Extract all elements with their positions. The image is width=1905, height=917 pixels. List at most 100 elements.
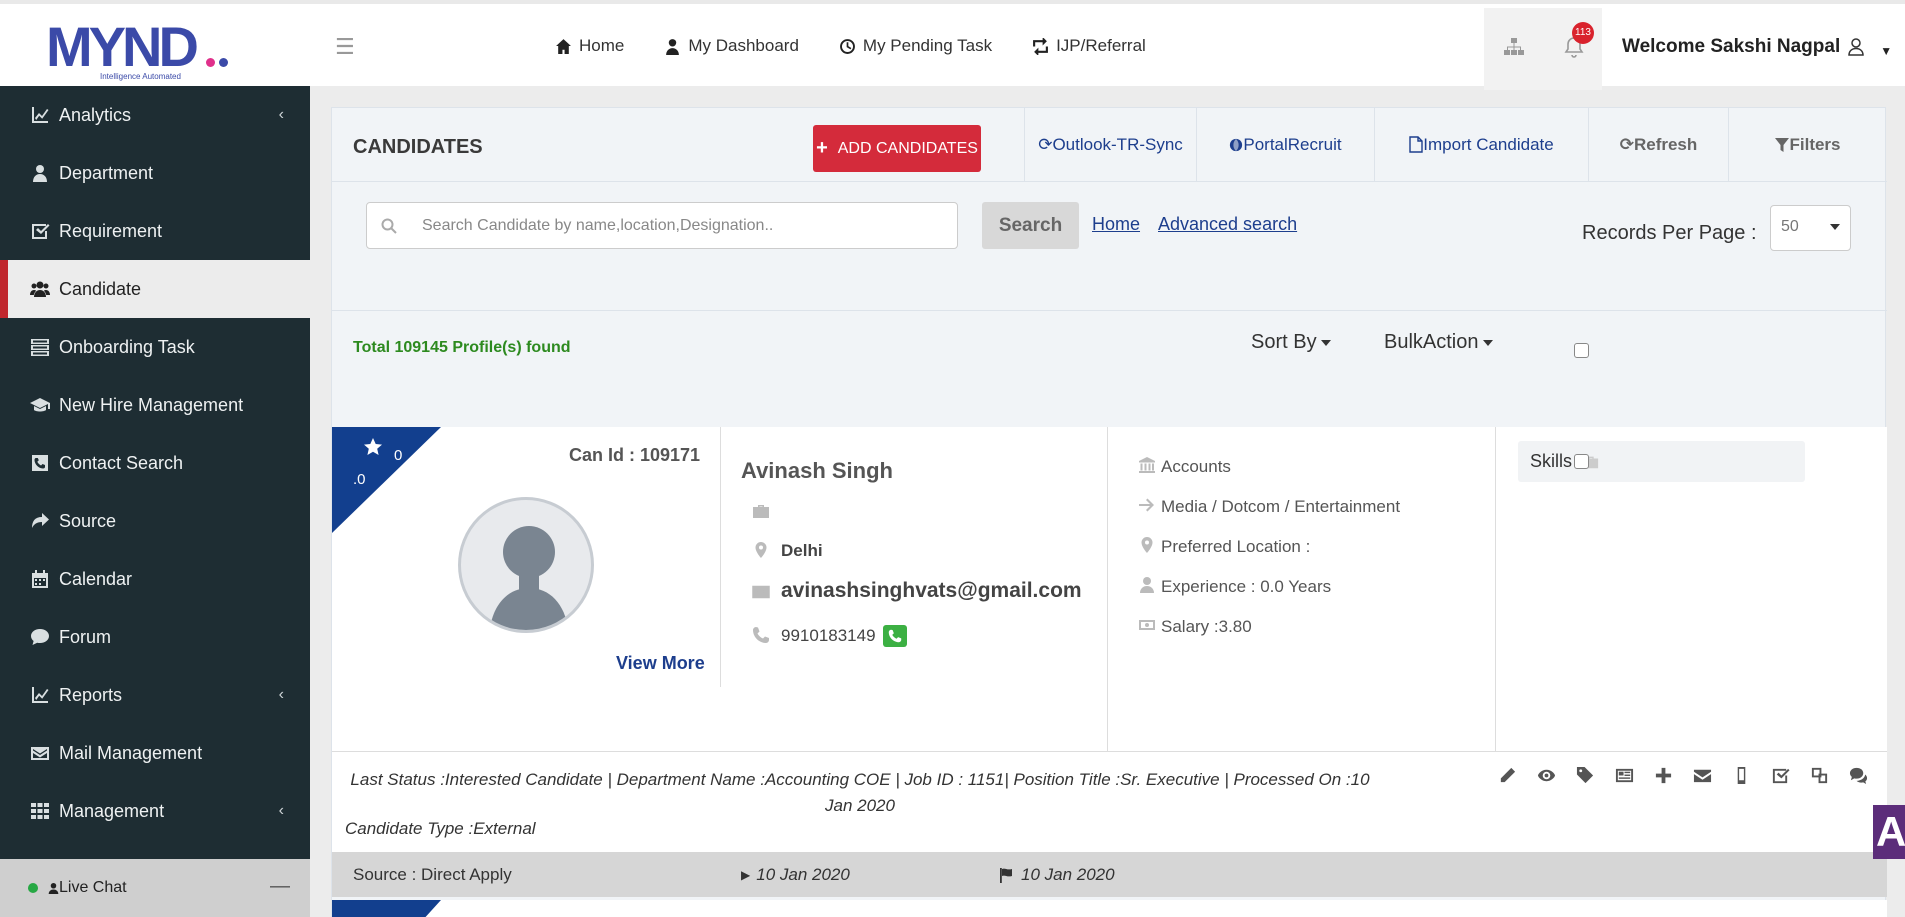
refresh-icon: ⟳ xyxy=(1619,134,1634,154)
sidebar-item-forum[interactable]: Forum xyxy=(0,608,310,666)
sort-by-dropdown[interactable]: Sort By xyxy=(1251,331,1331,354)
menu-toggle-icon[interactable]: ☰ xyxy=(335,34,355,60)
phone-icon xyxy=(753,627,769,643)
nav-home-label: Home xyxy=(579,36,625,55)
import-candidate-button[interactable]: Import Candidate xyxy=(1374,108,1588,181)
mobile-icon[interactable] xyxy=(1732,766,1751,785)
sidebar-item-label: Mail Management xyxy=(59,742,203,763)
sidebar-item-candidate[interactable]: Candidate xyxy=(0,260,310,318)
rating-decimal: .0 xyxy=(353,471,366,488)
sidebar-item-label: Onboarding Task xyxy=(59,336,195,357)
bulk-action-dropdown[interactable]: BulkAction xyxy=(1384,331,1493,354)
candidate-status-row: Last Status :Interested Candidate | Depa… xyxy=(332,751,1887,852)
refresh-button[interactable]: ⟳ Refresh xyxy=(1588,108,1728,181)
home-link[interactable]: Home xyxy=(1092,214,1140,235)
edit-icon[interactable] xyxy=(1498,766,1517,785)
records-per-page-label: Records Per Page : xyxy=(1582,222,1757,244)
nav-home[interactable]: Home xyxy=(555,36,624,56)
sidebar-item-label: New Hire Management xyxy=(59,394,244,415)
filter-icon xyxy=(1775,137,1790,152)
share-icon xyxy=(32,513,49,528)
sidebar-item-reports[interactable]: Reports ‹ xyxy=(0,666,310,724)
candidate-salary: Salary :3.80 xyxy=(1161,617,1252,636)
sidebar-item-requirement[interactable]: Requirement xyxy=(0,202,310,260)
sidebar-item-new-hire-management[interactable]: New Hire Management xyxy=(0,376,310,434)
nav-my-pending-task[interactable]: My Pending Task xyxy=(839,36,992,56)
portal-recruit-button[interactable]: PortalRecruit xyxy=(1196,108,1374,181)
live-chat-label: Live Chat xyxy=(59,879,127,896)
search-input[interactable]: Search Candidate by name,location,Design… xyxy=(366,202,958,249)
candidates-panel: CANDIDATES + ADD CANDIDATES ⟳ Outlook-TR… xyxy=(331,107,1887,917)
sidebar-item-analytics[interactable]: Analytics ‹ xyxy=(0,86,310,144)
search-button[interactable]: Search xyxy=(982,202,1079,249)
sidebar-item-department[interactable]: Department xyxy=(0,144,310,202)
comment-icon xyxy=(31,629,49,645)
plus-icon[interactable] xyxy=(1654,766,1673,785)
sidebar-item-mail-management[interactable]: Mail Management xyxy=(0,724,310,782)
nav-ijp-referral[interactable]: IJP/Referral xyxy=(1032,36,1146,56)
grid-icon xyxy=(31,803,49,819)
money-icon xyxy=(1139,620,1155,630)
call-button[interactable] xyxy=(882,625,907,647)
filters-button[interactable]: Filters xyxy=(1728,108,1887,181)
page-title: CANDIDATES xyxy=(353,136,483,158)
last-status-text: Last Status :Interested Candidate | Depa… xyxy=(350,770,1370,815)
candidate-select-checkbox[interactable] xyxy=(1574,454,1589,469)
source-text: Source : Direct Apply xyxy=(353,865,512,884)
institution-icon xyxy=(1139,457,1155,473)
envelope-icon[interactable] xyxy=(1693,766,1712,785)
view-more-link[interactable]: View More xyxy=(616,653,705,674)
graduation-cap-icon xyxy=(30,398,50,412)
chevron-left-icon: ‹ xyxy=(278,686,284,703)
divider xyxy=(1495,427,1496,751)
user-menu[interactable]: Welcome Sakshi Nagpal ▼ xyxy=(1622,36,1892,58)
brand-logo[interactable]: MYND Intelligence Automated xyxy=(0,8,310,90)
translate-icon[interactable] xyxy=(1810,766,1829,785)
records-per-page-select[interactable]: 50 xyxy=(1770,205,1851,251)
advanced-search-link[interactable]: Advanced search xyxy=(1158,214,1297,235)
add-candidates-button[interactable]: + ADD CANDIDATES xyxy=(813,125,981,172)
sidebar-item-onboarding-task[interactable]: Onboarding Task xyxy=(0,318,310,376)
floating-widget-button[interactable]: A xyxy=(1873,805,1905,859)
nav-my-dashboard[interactable]: My Dashboard xyxy=(664,36,799,56)
user-icon xyxy=(48,882,59,894)
user-icon xyxy=(666,38,680,55)
sidebar-item-management[interactable]: Management ‹ xyxy=(0,782,310,840)
home-icon xyxy=(556,38,571,54)
newspaper-icon[interactable] xyxy=(1615,766,1634,785)
caret-right-icon: ▶ xyxy=(741,868,751,882)
tasks-icon xyxy=(31,339,49,356)
rating-ribbon xyxy=(332,427,441,533)
user-icon xyxy=(33,165,47,182)
calendar-icon xyxy=(32,570,48,588)
sidebar-item-source[interactable]: Source xyxy=(0,492,310,550)
candidate-email[interactable]: avinashsinghvats@gmail.com xyxy=(781,579,1082,603)
live-chat-bar[interactable]: Live Chat — xyxy=(0,859,310,917)
phone-number[interactable]: 9910183149 xyxy=(781,626,876,646)
sitemap-icon[interactable] xyxy=(1504,38,1524,56)
outlook-tr-sync-button[interactable]: ⟳ Outlook-TR-Sync xyxy=(1024,108,1196,181)
minimize-icon[interactable]: — xyxy=(270,875,290,898)
outlook-tr-sync-label: Outlook-TR-Sync xyxy=(1052,134,1183,154)
sidebar-item-label: Source xyxy=(59,510,117,531)
refresh-icon: ⟳ xyxy=(1038,134,1053,154)
sidebar-item-label: Reports xyxy=(59,684,123,705)
sidebar-item-contact-search[interactable]: Contact Search xyxy=(0,434,310,492)
comments-icon[interactable] xyxy=(1849,766,1868,785)
records-per-page-value: 50 xyxy=(1781,218,1799,235)
candidate-experience: Experience : 0.0 Years xyxy=(1161,577,1332,596)
select-all-checkbox[interactable] xyxy=(1574,343,1589,358)
star-icon[interactable] xyxy=(363,437,383,457)
candidate-phone: 9910183149 xyxy=(781,625,907,647)
check-square-icon[interactable] xyxy=(1771,766,1790,785)
sidebar-item-label: Analytics xyxy=(59,104,132,125)
tags-icon[interactable] xyxy=(1576,766,1595,785)
retweet-icon xyxy=(1033,37,1049,55)
sidebar-item-label: Calendar xyxy=(59,568,133,589)
sidebar-item-calendar[interactable]: Calendar xyxy=(0,550,310,608)
arrow-right-icon xyxy=(1139,498,1154,512)
eye-icon[interactable] xyxy=(1537,766,1556,785)
candidate-name[interactable]: Avinash Singh xyxy=(741,458,893,484)
candidate-id: Can Id : 109171 xyxy=(569,445,701,465)
briefcase-icon xyxy=(753,505,769,518)
